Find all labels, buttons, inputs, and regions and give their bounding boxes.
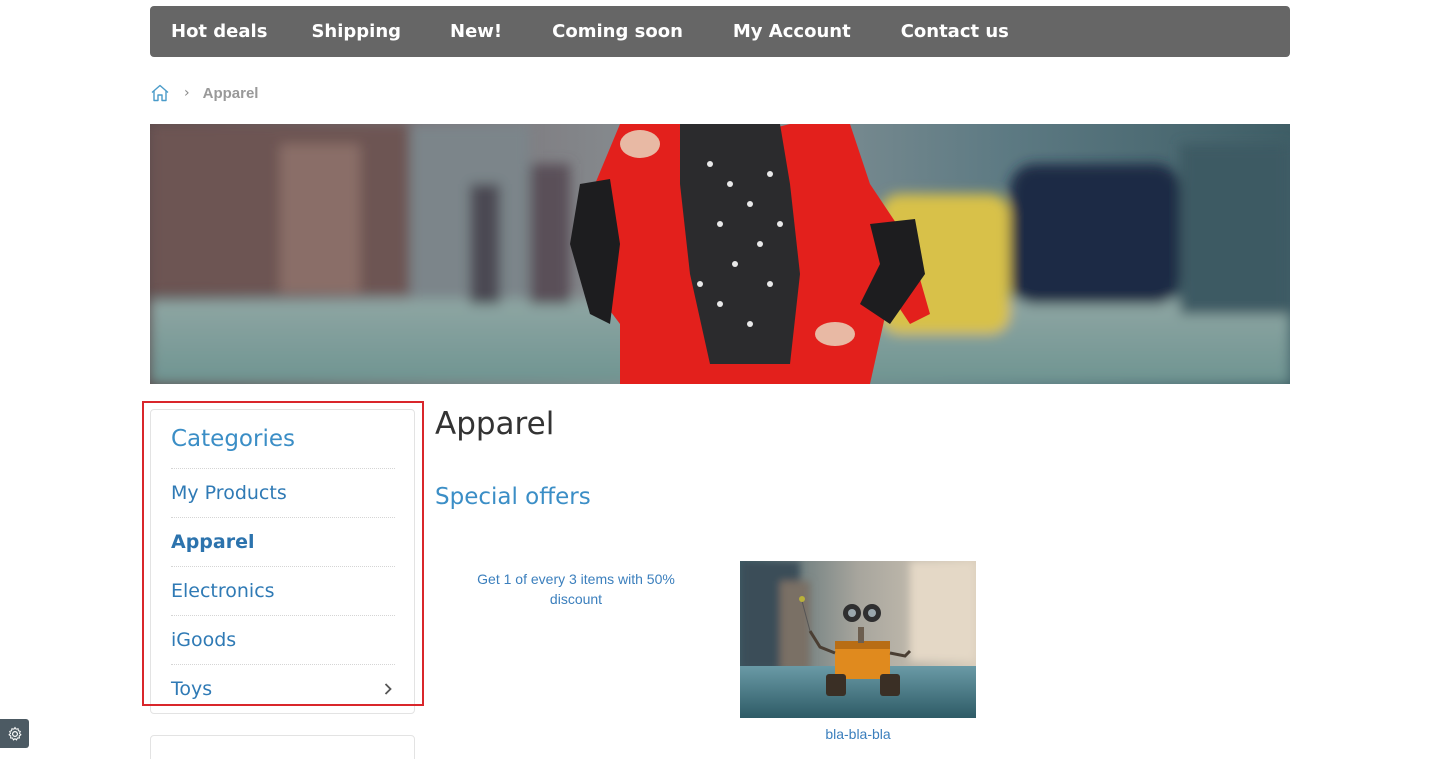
- breadcrumb-current: Apparel: [202, 84, 259, 102]
- nav-item-coming-soon[interactable]: Coming soon: [552, 6, 683, 57]
- chevron-right-icon[interactable]: [383, 682, 393, 696]
- nav-item-contact-us[interactable]: Contact us: [901, 6, 1009, 57]
- category-label: Apparel: [171, 530, 255, 553]
- offer-text-link[interactable]: Get 1 of every 3 items with 50% discount: [466, 569, 686, 609]
- robot-photo: [740, 561, 976, 718]
- secondary-panel: [150, 735, 415, 759]
- categories-title: Categories: [171, 426, 295, 452]
- category-label: Electronics: [171, 579, 275, 602]
- home-icon[interactable]: [150, 83, 170, 103]
- categories-panel: Categories My Products Apparel Electroni…: [150, 409, 415, 714]
- breadcrumb: › Apparel: [150, 82, 258, 104]
- category-label: Toys: [171, 677, 213, 700]
- category-label: My Products: [171, 481, 287, 504]
- nav-item-my-account[interactable]: My Account: [733, 6, 851, 57]
- special-offers-title: Special offers: [435, 484, 591, 510]
- page-title: Apparel: [435, 406, 555, 442]
- category-apparel[interactable]: Apparel: [171, 517, 395, 566]
- settings-button[interactable]: [0, 719, 29, 748]
- category-electronics[interactable]: Electronics: [171, 566, 395, 615]
- top-navigation: Hot deals Shipping New! Coming soon My A…: [150, 6, 1290, 57]
- offer-caption-link[interactable]: bla-bla-bla: [740, 726, 976, 742]
- category-toys[interactable]: Toys: [171, 664, 395, 713]
- nav-item-hot-deals[interactable]: Hot deals: [171, 6, 267, 57]
- breadcrumb-separator: ›: [184, 85, 190, 101]
- nav-item-new[interactable]: New!: [450, 6, 502, 57]
- category-igoods[interactable]: iGoods: [171, 615, 395, 664]
- category-banner-image: [150, 124, 1290, 384]
- gear-icon: [7, 726, 22, 741]
- category-label: iGoods: [171, 628, 237, 651]
- nav-item-shipping[interactable]: Shipping: [311, 6, 401, 57]
- offer-image[interactable]: [740, 561, 976, 718]
- page: Hot deals Shipping New! Coming soon My A…: [0, 0, 1440, 759]
- category-my-products[interactable]: My Products: [171, 468, 395, 517]
- banner-illustration: [150, 124, 1290, 384]
